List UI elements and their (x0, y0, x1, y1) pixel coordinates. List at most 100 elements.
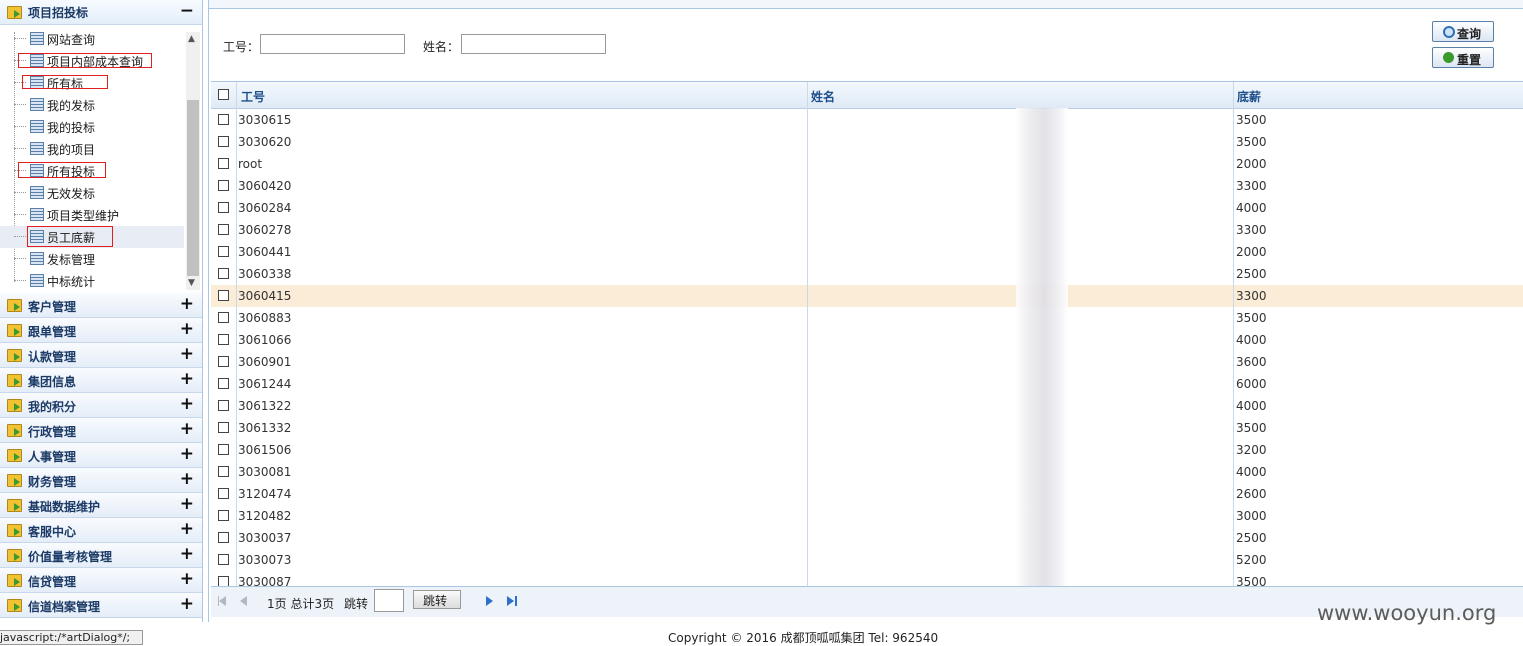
last-page-icon[interactable] (507, 596, 514, 606)
table-row[interactable]: 3030087 3500 (211, 571, 1523, 587)
next-page-icon[interactable] (486, 596, 493, 606)
column-header-salary[interactable]: 底薪 (1237, 88, 1261, 105)
row-checkbox[interactable] (218, 466, 229, 477)
table-row[interactable]: 3061332 3500 (211, 417, 1523, 440)
row-checkbox[interactable] (218, 510, 229, 521)
table-row[interactable]: 3120474 2600 (211, 483, 1523, 506)
sidebar-menu-item[interactable]: 跟单管理 + (0, 318, 202, 343)
column-header-id[interactable]: 工号 (241, 88, 265, 105)
table-row[interactable]: 3030037 2500 (211, 527, 1523, 550)
row-checkbox[interactable] (218, 180, 229, 191)
expand-icon[interactable]: + (180, 494, 194, 514)
expand-icon[interactable]: + (180, 444, 194, 464)
scroll-up-icon[interactable]: ▲ (188, 34, 195, 44)
table-row[interactable]: 3060415 3300 (211, 285, 1523, 308)
table-row[interactable]: 3060338 2500 (211, 263, 1523, 286)
jump-page-input[interactable] (374, 589, 404, 612)
row-checkbox[interactable] (218, 532, 229, 543)
tree-item[interactable]: 无效发标 (0, 182, 184, 204)
row-checkbox[interactable] (218, 224, 229, 235)
expand-icon[interactable]: + (180, 519, 194, 539)
expand-icon[interactable]: + (180, 469, 194, 489)
row-checkbox[interactable] (218, 422, 229, 433)
table-row[interactable]: 3061322 4000 (211, 395, 1523, 418)
menu-label: 价值量考核管理 (28, 550, 113, 564)
sidebar-menu-item[interactable]: 价值量考核管理 + (0, 543, 202, 568)
table-row[interactable]: 3060284 4000 (211, 197, 1523, 220)
row-checkbox[interactable] (218, 554, 229, 565)
expand-icon[interactable]: + (180, 544, 194, 564)
query-button[interactable]: 查询 (1432, 21, 1494, 42)
table-row[interactable]: 3061066 4000 (211, 329, 1523, 352)
tree-item[interactable]: 中标统计 (0, 270, 184, 290)
row-checkbox[interactable] (218, 158, 229, 169)
row-checkbox[interactable] (218, 268, 229, 279)
sidebar-menu-item[interactable]: 客服中心 + (0, 518, 202, 543)
sidebar-menu-item[interactable]: 集团信息 + (0, 368, 202, 393)
scroll-down-icon[interactable]: ▼ (188, 278, 195, 288)
sidebar-menu-item[interactable]: 行政管理 + (0, 418, 202, 443)
row-checkbox[interactable] (218, 488, 229, 499)
scroll-thumb[interactable] (187, 100, 199, 276)
reset-button[interactable]: 重置 (1432, 47, 1494, 68)
row-checkbox[interactable] (218, 202, 229, 213)
tree-item[interactable]: 我的投标 (0, 116, 184, 138)
expand-icon[interactable]: + (180, 419, 194, 439)
row-checkbox[interactable] (218, 290, 229, 301)
table-row[interactable]: 3060883 3500 (211, 307, 1523, 330)
tree-item[interactable]: 发标管理 (0, 248, 184, 270)
menu-label: 认款管理 (28, 350, 77, 364)
panel-header-project-bidding[interactable]: 项目招投标 − (0, 0, 202, 25)
sidebar-menu-item[interactable]: 信道档案管理 + (0, 593, 202, 618)
sidebar-menu-item[interactable]: 客户管理 + (0, 293, 202, 318)
expand-icon[interactable]: + (180, 594, 194, 614)
tree-scrollbar[interactable]: ▲ ▼ (186, 32, 200, 290)
jump-button[interactable]: 跳转 (413, 590, 461, 609)
select-all-checkbox[interactable] (218, 89, 229, 100)
tree-item[interactable]: 我的发标 (0, 94, 184, 116)
sidebar-menu-item[interactable]: 财务管理 + (0, 468, 202, 493)
table-row[interactable]: 3061244 6000 (211, 373, 1523, 396)
table-row[interactable]: 3060420 3300 (211, 175, 1523, 198)
table-row[interactable]: 3061506 3200 (211, 439, 1523, 462)
row-checkbox[interactable] (218, 246, 229, 257)
table-row[interactable]: 3030081 4000 (211, 461, 1523, 484)
first-page-icon[interactable] (219, 596, 226, 606)
column-header-name[interactable]: 姓名 (811, 88, 835, 105)
table-row[interactable]: 3060441 2000 (211, 241, 1523, 264)
sidebar-menu-item[interactable]: 信贷管理 + (0, 568, 202, 593)
expand-icon[interactable]: + (180, 344, 194, 364)
collapse-icon[interactable]: − (180, 1, 194, 21)
row-checkbox[interactable] (218, 400, 229, 411)
row-checkbox[interactable] (218, 312, 229, 323)
cell-employee-id: 3030037 (238, 531, 292, 545)
table-row[interactable]: 3030073 5200 (211, 549, 1523, 572)
expand-icon[interactable]: + (180, 294, 194, 314)
sidebar-menu-item[interactable]: 我的积分 + (0, 393, 202, 418)
expand-icon[interactable]: + (180, 394, 194, 414)
name-input[interactable] (461, 34, 606, 54)
row-checkbox[interactable] (218, 136, 229, 147)
table-row[interactable]: 3030620 3500 (211, 131, 1523, 154)
tree-item[interactable]: 网站查询 (0, 32, 184, 50)
table-row[interactable]: 3060278 3300 (211, 219, 1523, 242)
prev-page-icon[interactable] (240, 596, 247, 606)
row-checkbox[interactable] (218, 334, 229, 345)
tree-item[interactable]: 我的项目 (0, 138, 184, 160)
table-row[interactable]: 3030615 3500 (211, 109, 1523, 132)
table-row[interactable]: 3060901 3600 (211, 351, 1523, 374)
row-checkbox[interactable] (218, 378, 229, 389)
row-checkbox[interactable] (218, 114, 229, 125)
tree-item[interactable]: 项目类型维护 (0, 204, 184, 226)
expand-icon[interactable]: + (180, 569, 194, 589)
table-row[interactable]: root 2000 (211, 153, 1523, 176)
sidebar-menu-item[interactable]: 认款管理 + (0, 343, 202, 368)
row-checkbox[interactable] (218, 356, 229, 367)
sidebar-menu-item[interactable]: 基础数据维护 + (0, 493, 202, 518)
table-row[interactable]: 3120482 3000 (211, 505, 1523, 528)
employee-id-input[interactable] (260, 34, 405, 54)
sidebar-menu-item[interactable]: 人事管理 + (0, 443, 202, 468)
row-checkbox[interactable] (218, 444, 229, 455)
expand-icon[interactable]: + (180, 319, 194, 339)
expand-icon[interactable]: + (180, 369, 194, 389)
